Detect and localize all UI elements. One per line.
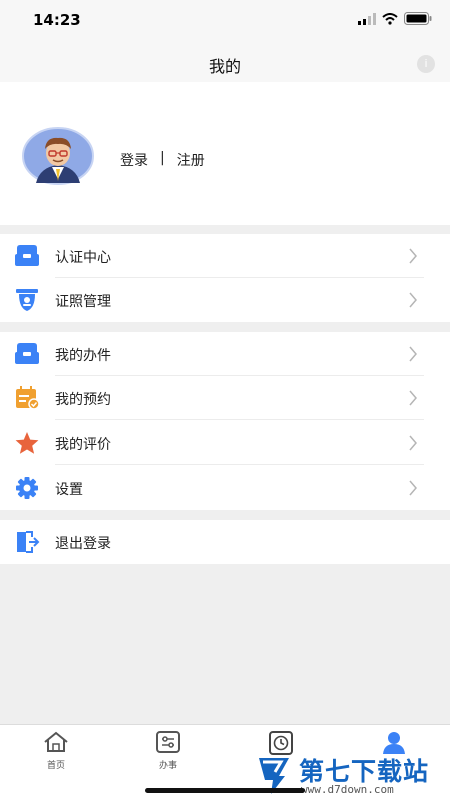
menu-label: 认证中心	[55, 250, 111, 266]
menu-item-my-cases[interactable]: 我的办件	[0, 332, 450, 376]
auth-divider: |	[160, 150, 165, 166]
menu-group-account: 退出登录	[0, 520, 450, 564]
chevron-right-icon	[409, 248, 417, 264]
signal-icon	[358, 12, 376, 25]
battery-icon	[404, 12, 432, 25]
menu-item-settings[interactable]: 设置	[0, 466, 450, 510]
avatar[interactable]	[22, 127, 94, 185]
chevron-right-icon	[409, 346, 417, 362]
calendar-icon	[16, 386, 40, 410]
menu-label: 我的办件	[55, 348, 111, 364]
menu-label: 证照管理	[55, 294, 111, 310]
menu-item-my-reviews[interactable]: 我的评价	[0, 421, 450, 465]
home-icon	[44, 731, 68, 752]
menu-item-my-appointments[interactable]: 我的预约	[0, 376, 450, 420]
page-title: 我的	[208, 57, 241, 76]
row-divider	[55, 464, 424, 465]
row-divider	[55, 419, 424, 420]
chevron-right-icon	[409, 435, 417, 451]
menu-item-license[interactable]: 证照管理	[0, 278, 450, 322]
menu-label: 退出登录	[55, 536, 111, 552]
login-link[interactable]: 登录	[120, 150, 148, 170]
profile-card: 登录 | 注册	[0, 82, 450, 225]
chevron-right-icon	[409, 480, 417, 496]
menu-label: 设置	[55, 482, 83, 498]
logout-icon	[17, 531, 40, 553]
status-time: 14:23	[33, 11, 81, 29]
tab-services[interactable]: 办事	[138, 731, 198, 771]
gear-icon	[16, 477, 38, 499]
tab-label: 首页	[46, 761, 65, 771]
tab-home[interactable]: 首页	[26, 731, 86, 771]
menu-group-auth: 认证中心 证照管理	[0, 234, 450, 322]
status-bar: 14:23	[0, 0, 450, 44]
chevron-right-icon	[409, 292, 417, 308]
status-icons	[358, 12, 432, 25]
menu-group-services: 我的办件 我的预约 我的评价 设置	[0, 332, 450, 510]
star-icon	[15, 432, 39, 454]
license-icon	[16, 289, 38, 311]
message-icon[interactable]: i	[417, 55, 435, 73]
menu-label: 我的预约	[55, 392, 111, 408]
auth-center-icon	[15, 245, 39, 266]
wifi-icon	[382, 12, 398, 25]
home-indicator	[145, 788, 305, 793]
auth-links: 登录 | 注册	[120, 150, 205, 170]
menu-item-auth-center[interactable]: 认证中心	[0, 234, 450, 278]
chevron-right-icon	[409, 390, 417, 406]
menu-label: 我的评价	[55, 437, 111, 453]
tab-label: 办事	[158, 761, 177, 771]
register-link[interactable]: 注册	[177, 150, 205, 170]
nav-bar: 我的 i	[0, 44, 450, 82]
menu-item-logout[interactable]: 退出登录	[0, 520, 450, 564]
services-icon	[156, 731, 180, 753]
my-cases-icon	[15, 343, 39, 364]
watermark-url: www.d7down.com	[301, 783, 394, 796]
